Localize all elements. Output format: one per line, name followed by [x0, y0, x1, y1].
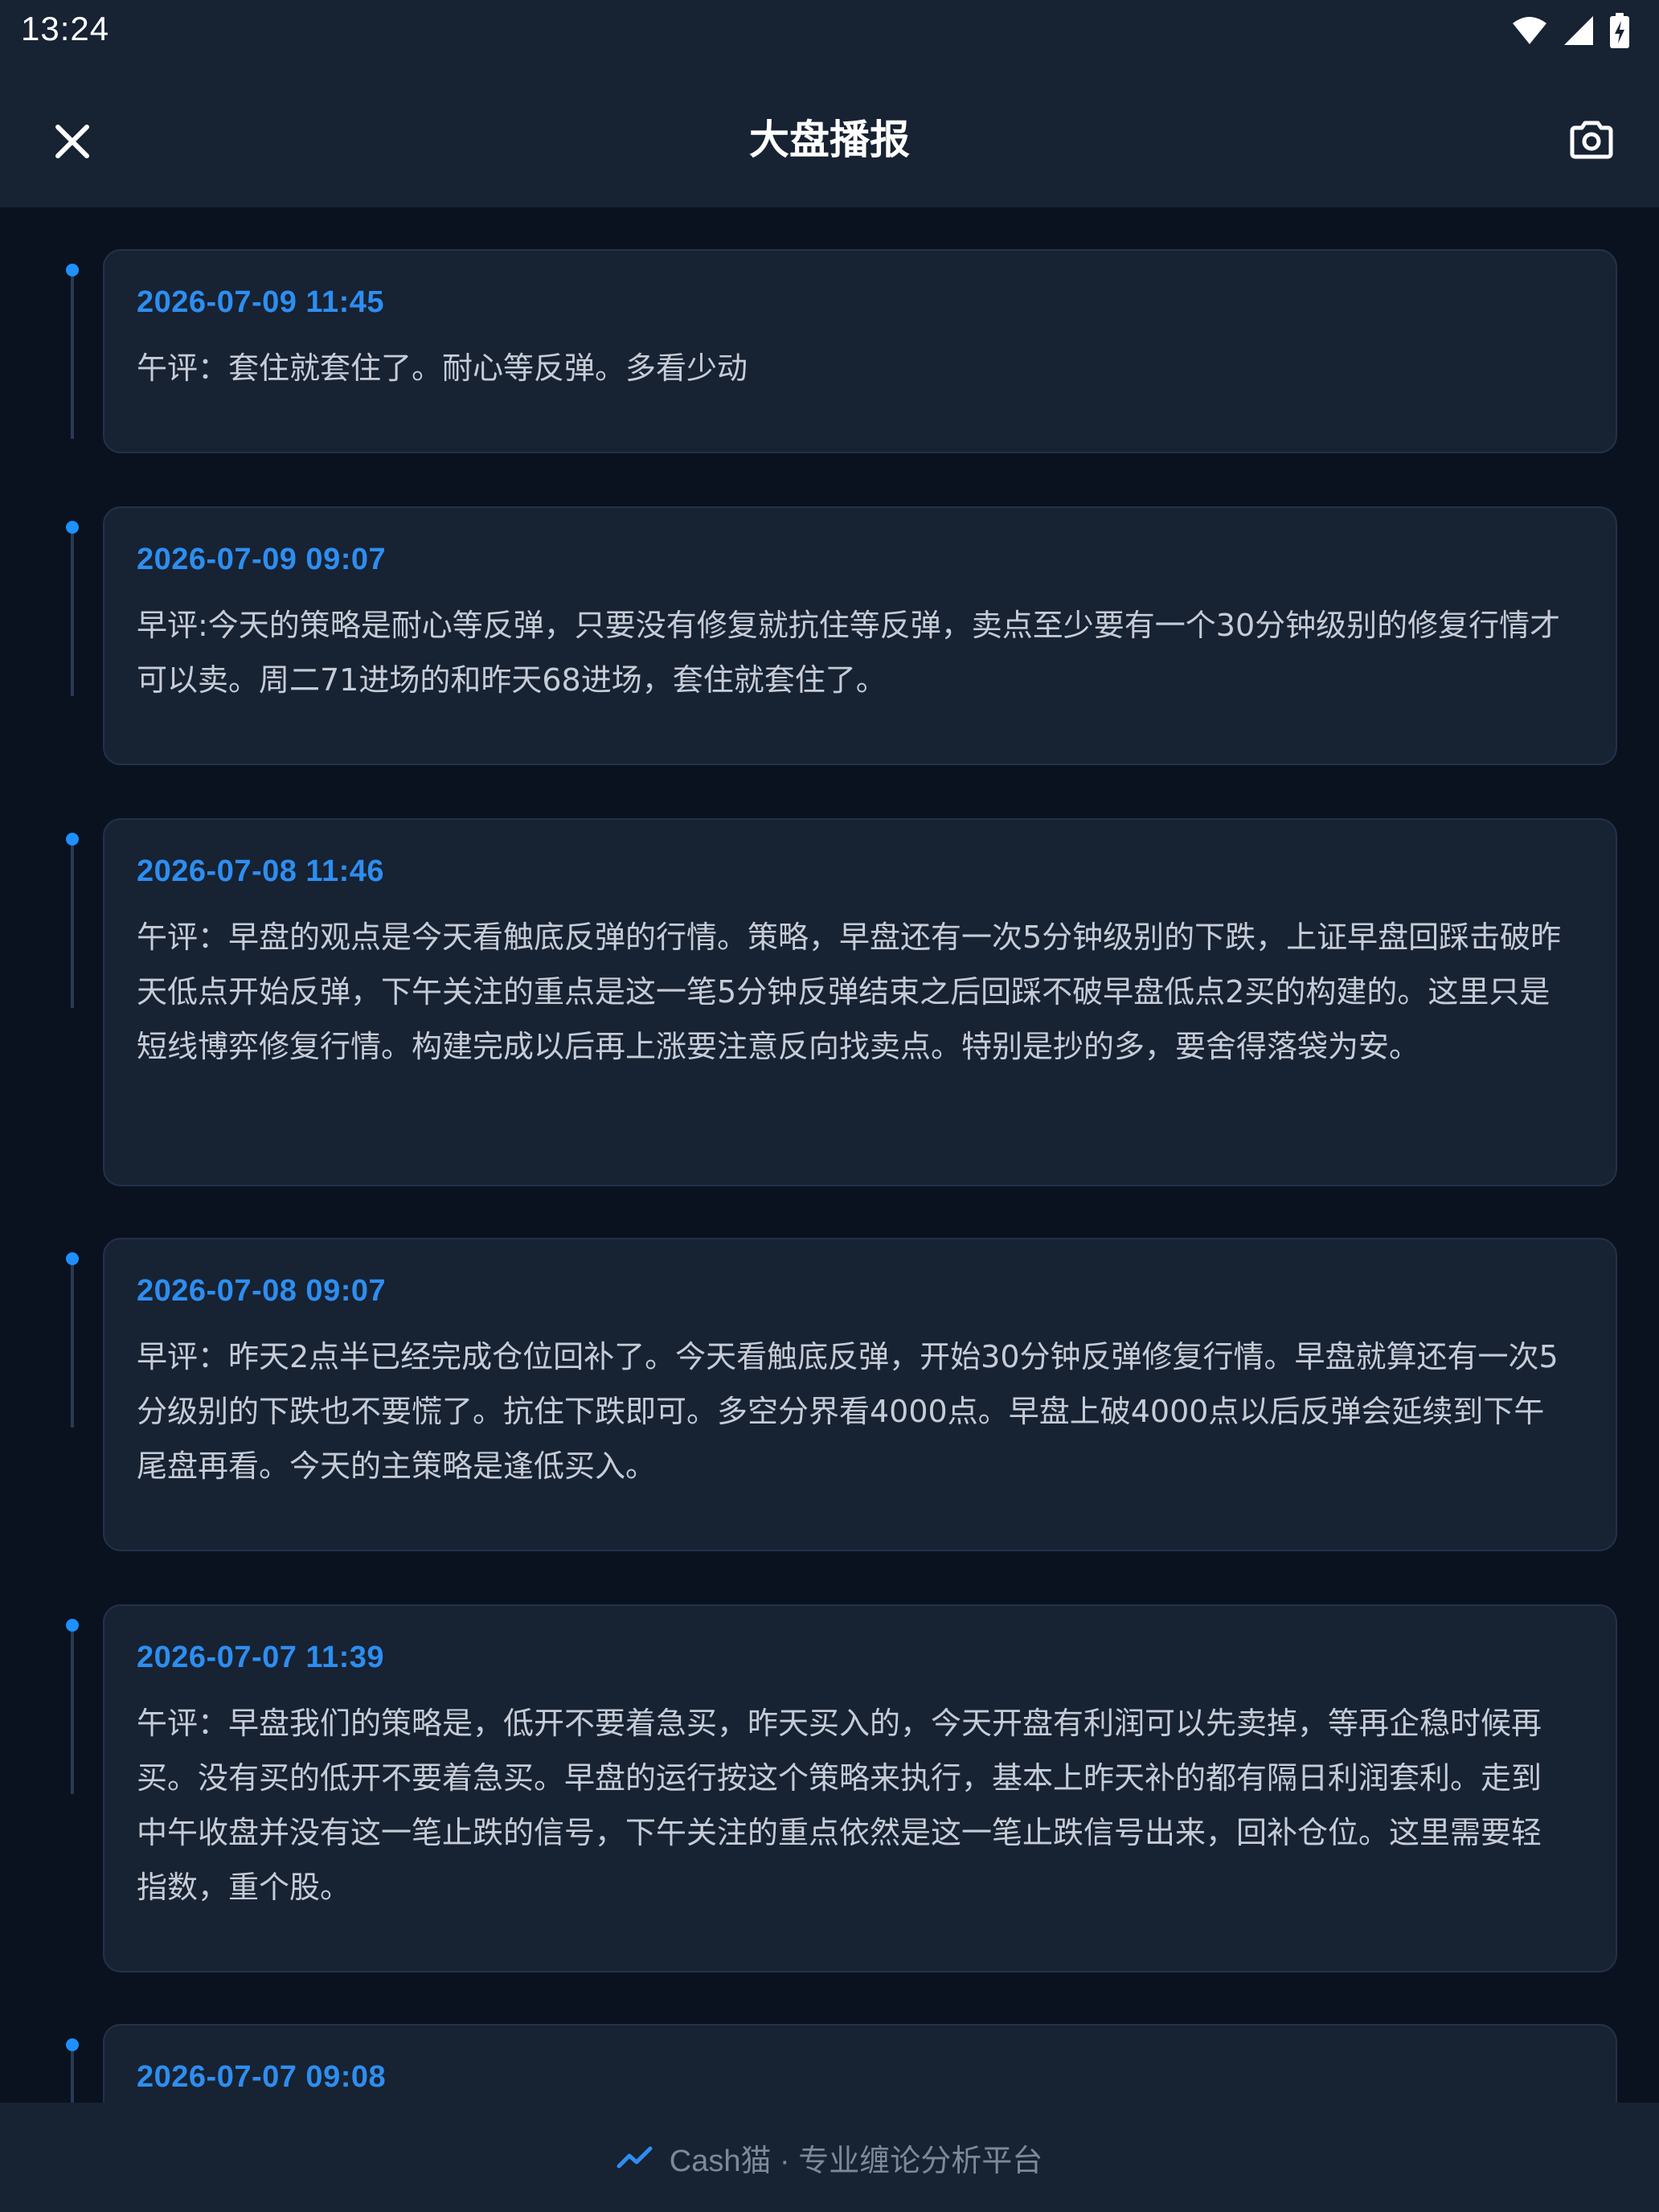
entry-time: 2026-07-08 09:07	[137, 1274, 387, 1308]
broadcast-feed[interactable]: 2026-07-09 11:45 午评：套住就套住了。耐心等反弹。多看少动 20…	[0, 207, 1659, 2103]
camera-button[interactable]	[1559, 108, 1624, 172]
timeline-line	[71, 276, 74, 439]
broadcast-card[interactable]: 2026-07-08 11:46 午评：早盘的观点是今天看触底反弹的行情。策略，…	[103, 818, 1617, 1186]
footer: Cash猫 · 专业缠论分析平台	[0, 2103, 1659, 2212]
timeline-line	[71, 1632, 74, 1794]
timeline-dot	[66, 833, 79, 846]
battery-charging-icon	[1610, 13, 1629, 48]
close-button[interactable]	[40, 109, 104, 174]
timeline-dot	[66, 264, 79, 276]
entry-time: 2026-07-09 09:07	[137, 543, 387, 576]
timeline-line	[71, 846, 74, 1008]
timeline-dot	[66, 521, 79, 534]
status-time: 13:24	[21, 10, 110, 47]
broadcast-card[interactable]: 2026-07-07 11:39 午评：早盘我们的策略是，低开不要着急买，昨天买…	[103, 1604, 1617, 1972]
timeline-dot	[66, 1252, 79, 1265]
entry-content: 午评：早盘我们的策略是，低开不要着急买，昨天买入的，今天开盘有利润可以先卖掉，等…	[137, 1706, 1542, 1905]
entry-content: 早评：昨天2点半已经完成仓位回补了。今天看触底反弹，开始30分钟反弹修复行情。早…	[137, 1339, 1559, 1484]
app-bar: 大盘播报	[0, 66, 1659, 207]
entry-time: 2026-07-07 11:39	[137, 1641, 385, 1674]
entry-content: 早评:今天的策略是耐心等反弹，只要没有修复就抗住等反弹，卖点至少要有一个30分钟…	[137, 608, 1561, 698]
close-icon	[55, 125, 89, 158]
page-title: 大盘播报	[749, 117, 910, 163]
entry-time: 2026-07-08 11:46	[137, 854, 385, 888]
entry-content: 午评：早盘的观点是今天看触底反弹的行情。策略，早盘还有一次5分钟级别的下跌，上证…	[137, 920, 1562, 1064]
timeline-line	[71, 534, 74, 696]
broadcast-card[interactable]: 2026-07-08 09:07 早评：昨天2点半已经完成仓位回补了。今天看触底…	[103, 1238, 1617, 1551]
broadcast-card[interactable]: 2026-07-09 11:45 午评：套住就套住了。耐心等反弹。多看少动	[103, 249, 1617, 453]
timeline-line	[71, 1265, 74, 1428]
broadcast-card[interactable]: 2026-07-07 09:08	[103, 2024, 1617, 2103]
entry-time: 2026-07-09 11:45	[137, 285, 385, 319]
entry-content: 午评：套住就套住了。耐心等反弹。多看少动	[137, 350, 748, 386]
status-icons	[1511, 11, 1630, 50]
timeline-line	[71, 2051, 74, 2103]
camera-icon	[1570, 121, 1613, 159]
signal-icon	[1564, 16, 1593, 45]
timeline-dot	[66, 2038, 79, 2051]
trend-chart-icon	[616, 2146, 653, 2169]
status-bar: 13:24	[0, 0, 1659, 66]
broadcast-card[interactable]: 2026-07-09 09:07 早评:今天的策略是耐心等反弹，只要没有修复就抗…	[103, 506, 1617, 765]
wifi-icon	[1513, 17, 1546, 44]
timeline-dot	[66, 1619, 79, 1632]
footer-text: Cash猫 · 专业缠论分析平台	[669, 2144, 1043, 2178]
entry-time: 2026-07-07 09:08	[137, 2060, 387, 2094]
